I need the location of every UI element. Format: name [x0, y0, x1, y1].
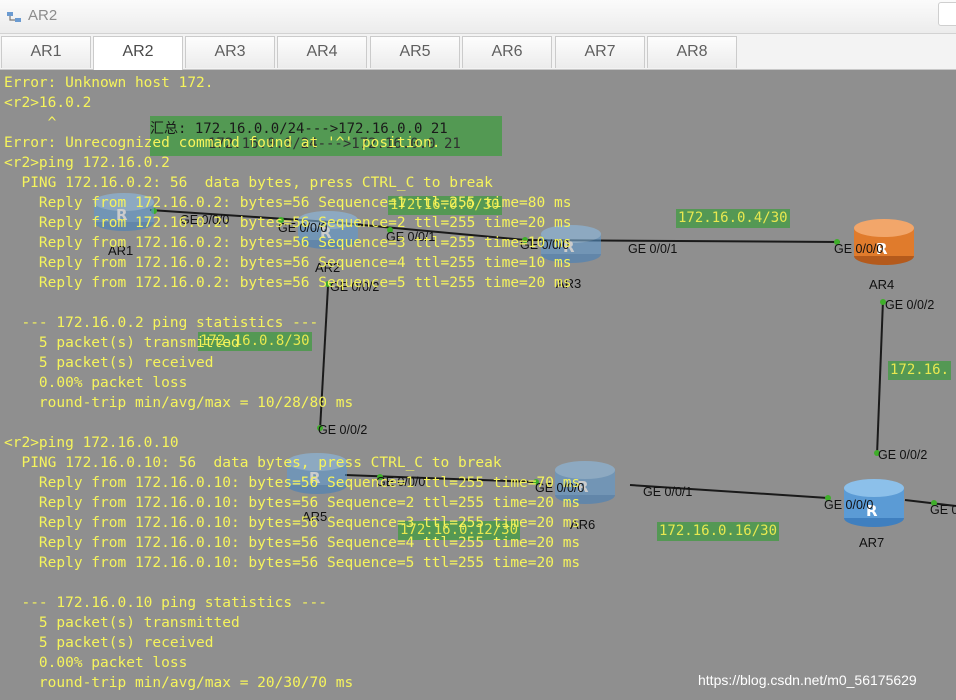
router-name-ar4: AR4 [869, 277, 895, 292]
console-line: Reply from 172.16.0.10: bytes=56 Sequenc… [4, 555, 581, 571]
port-label: GE 0/0/0 [834, 242, 884, 256]
subnet-label-ar6-ar7: 172.16.0.16/30 [657, 522, 780, 541]
tab-ar4[interactable]: AR4 [277, 36, 367, 68]
app-icon [7, 12, 21, 22]
console-line: <r2>ping 172.16.0.10 [4, 435, 179, 451]
tab-ar2[interactable]: AR2 [93, 36, 183, 70]
console-line: <r2>ping 172.16.0.2 [4, 155, 170, 171]
console-line: Reply from 172.16.0.2: bytes=56 Sequence… [4, 255, 572, 271]
console-line: round-trip min/avg/max = 10/28/80 ms [4, 395, 354, 411]
tab-bar: AR1 AR2 AR3 AR4 AR5 AR6 AR7 AR8 [0, 34, 956, 70]
console-line: 0.00% packet loss [4, 375, 188, 391]
console-line: 5 packet(s) transmitted [4, 335, 240, 351]
port-label: GE 0/0/0 [824, 498, 874, 512]
tab-ar5[interactable]: AR5 [370, 36, 460, 68]
console-line: 5 packet(s) received [4, 635, 214, 651]
console-line: Error: Unrecognized command found at '^'… [4, 135, 441, 151]
tab-ar8[interactable]: AR8 [647, 36, 737, 68]
port-label: GE 0/0/1 [643, 485, 693, 499]
window-control-button[interactable] [938, 2, 956, 26]
console-line: --- 172.16.0.2 ping statistics --- [4, 315, 319, 331]
console-line: Error: Unknown host 172. [4, 75, 214, 91]
console-line: Reply from 172.16.0.10: bytes=56 Sequenc… [4, 475, 581, 491]
port-label: GE 0/0/2 [318, 423, 368, 437]
console-line: Reply from 172.16.0.2: bytes=56 Sequence… [4, 275, 572, 291]
console-line: Reply from 172.16.0.2: bytes=56 Sequence… [4, 235, 572, 251]
tab-ar3[interactable]: AR3 [185, 36, 275, 68]
subnet-label-ar4-ar7: 172.16. [888, 361, 952, 380]
tab-ar7[interactable]: AR7 [555, 36, 645, 68]
watermark-text: https://blog.csdn.net/m0_56175629 [698, 672, 917, 688]
port-label: GE 0/0/2 [878, 448, 928, 462]
console-line: Reply from 172.16.0.10: bytes=56 Sequenc… [4, 535, 581, 551]
console-line: Reply from 172.16.0.2: bytes=56 Sequence… [4, 195, 572, 211]
console-line: 5 packet(s) transmitted [4, 615, 240, 631]
subnet-label-ar3-ar4: 172.16.0.4/30 [676, 209, 790, 228]
console-line: 0.00% packet loss [4, 655, 188, 671]
router-name-ar7: AR7 [859, 535, 885, 550]
console-line: PING 172.16.0.10: 56 data bytes, press C… [4, 455, 502, 471]
console-line: Reply from 172.16.0.10: bytes=56 Sequenc… [4, 515, 581, 531]
console-line: round-trip min/avg/max = 20/30/70 ms [4, 675, 354, 691]
link-ar4-ar7 [876, 299, 884, 456]
terminal-console[interactable]: R R R R R R R 汇总: 172.16.0.0/24--->172.1… [0, 70, 956, 700]
console-line: ^ [4, 115, 57, 131]
console-line: Reply from 172.16.0.2: bytes=56 Sequence… [4, 215, 572, 231]
console-line: Reply from 172.16.0.10: bytes=56 Sequenc… [4, 495, 581, 511]
port-label: GE 0/0/1 [628, 242, 678, 256]
window-title: AR2 [28, 7, 58, 24]
console-line: 5 packet(s) received [4, 355, 214, 371]
console-line: <r2>16.0.2 [4, 95, 92, 111]
window-titlebar: AR2 [0, 0, 956, 34]
port-label: GE 0 [930, 503, 956, 517]
port-label: GE 0/0/2 [885, 298, 935, 312]
tab-ar1[interactable]: AR1 [1, 36, 91, 68]
console-line: PING 172.16.0.2: 56 data bytes, press CT… [4, 175, 493, 191]
console-line: --- 172.16.0.10 ping statistics --- [4, 595, 328, 611]
tab-ar6[interactable]: AR6 [462, 36, 552, 68]
